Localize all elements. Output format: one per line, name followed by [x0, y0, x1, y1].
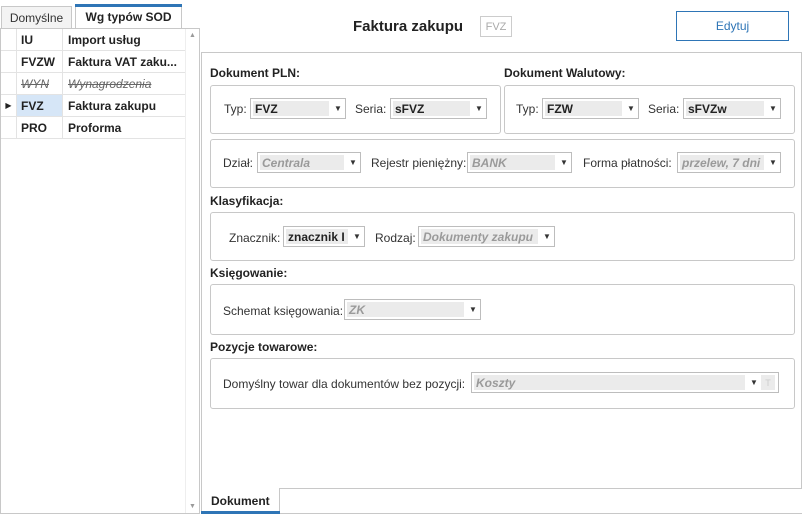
scroll-down-icon[interactable]: ▼ — [189, 503, 196, 510]
walutowy-seria-value: sFVZw — [686, 101, 764, 116]
chevron-down-icon[interactable]: ▼ — [766, 104, 780, 113]
row-indicator — [1, 73, 17, 94]
dzial-dropdown[interactable]: Centrala ▼ — [257, 152, 361, 173]
scroll-up-icon[interactable]: ▲ — [189, 32, 196, 39]
chevron-down-icon[interactable]: ▼ — [466, 305, 480, 314]
chevron-down-icon[interactable]: ▼ — [472, 104, 486, 113]
section-dokument-walutowy: Dokument Walutowy: — [504, 66, 626, 80]
domyslny-towar-dropdown[interactable]: Koszty ▼ T — [471, 372, 779, 393]
znacznik-dropdown[interactable]: znacznik I ▼ — [283, 226, 365, 247]
ksiegowanie-group: Schemat księgowania: ZK ▼ — [210, 284, 795, 335]
schemat-ksiegowania-dropdown[interactable]: ZK ▼ — [344, 299, 481, 320]
znacznik-value: znacznik I — [286, 229, 348, 244]
row-code: FVZW — [17, 51, 63, 72]
chevron-down-icon[interactable]: ▼ — [350, 232, 364, 241]
row-name: Proforma — [68, 120, 122, 135]
pln-seria-label: Seria: — [355, 102, 387, 116]
table-row[interactable]: WYN Wynagrodzenia — [1, 73, 187, 95]
vertical-scrollbar[interactable]: ▲ ▼ — [185, 29, 199, 513]
forma-platnosci-dropdown[interactable]: przelew, 7 dni ▼ — [677, 152, 781, 173]
chevron-down-icon[interactable]: ▼ — [624, 104, 638, 113]
tab-strip-line — [280, 513, 802, 514]
rodzaj-value: Dokumenty zakupu — [421, 229, 538, 244]
pln-typ-dropdown[interactable]: FVZ ▼ — [250, 98, 346, 119]
domyslny-towar-value: Koszty — [474, 375, 745, 390]
tab-dokument[interactable]: Dokument — [201, 488, 280, 514]
znacznik-label: Znacznik: — [229, 231, 281, 245]
row-name: Faktura zakupu — [68, 98, 157, 113]
table-row[interactable]: FVZW Faktura VAT zaku... — [1, 51, 187, 73]
row-indicator — [1, 51, 17, 72]
section-klasyfikacja: Klasyfikacja: — [210, 194, 284, 208]
pln-typ-label: Typ: — [224, 102, 247, 116]
row-name: Wynagrodzenia — [68, 76, 152, 91]
chevron-down-icon[interactable]: ▼ — [331, 104, 345, 113]
chevron-down-icon[interactable]: ▼ — [766, 158, 780, 167]
tab-wg-typow-sod[interactable]: Wg typów SOD — [75, 4, 182, 29]
dzial-value: Centrala — [260, 155, 344, 170]
towarowe-group: Domyślny towar dla dokumentów bez pozycj… — [210, 358, 795, 409]
tab-domyslne[interactable]: Domyślne — [1, 6, 72, 28]
walutowy-group: Typ: FZW ▼ Seria: sFVZw ▼ — [504, 85, 795, 134]
rodzaj-dropdown[interactable]: Dokumenty zakupu ▼ — [418, 226, 555, 247]
schemat-ksiegowania-label: Schemat księgowania: — [223, 304, 344, 318]
walutowy-typ-label: Typ: — [516, 102, 539, 116]
pln-group: Typ: FVZ ▼ Seria: sFVZ ▼ — [210, 85, 501, 134]
table-row[interactable]: PRO Proforma — [1, 117, 187, 139]
row-name: Import usług — [68, 32, 141, 47]
row-indicator — [1, 29, 17, 50]
page-title: Faktura zakupu — [353, 18, 464, 35]
chevron-down-icon[interactable]: ▼ — [557, 158, 571, 167]
row-indicator: ▶ — [1, 95, 17, 116]
walutowy-seria-dropdown[interactable]: sFVZw ▼ — [683, 98, 781, 119]
rejestr-dropdown[interactable]: BANK ▼ — [467, 152, 572, 173]
schemat-ksiegowania-value: ZK — [347, 302, 464, 317]
chevron-down-icon[interactable]: ▼ — [747, 378, 761, 387]
left-tab-bar: Domyślne Wg typów SOD — [0, 0, 200, 29]
walutowy-typ-dropdown[interactable]: FZW ▼ — [542, 98, 639, 119]
forma-platnosci-value: przelew, 7 dni — [680, 155, 764, 170]
chevron-down-icon[interactable]: ▼ — [346, 158, 360, 167]
document-type-grid: IU Import usług FVZW Faktura VAT zaku...… — [0, 28, 200, 514]
pln-seria-dropdown[interactable]: sFVZ ▼ — [390, 98, 487, 119]
walutowy-typ-value: FZW — [545, 101, 622, 116]
rejestr-label: Rejestr pieniężny: — [371, 156, 467, 170]
forma-platnosci-label: Forma płatności: — [583, 156, 672, 170]
section-pozycje-towarowe: Pozycje towarowe: — [210, 340, 318, 354]
pln-typ-value: FVZ — [253, 101, 329, 116]
table-row[interactable]: IU Import usług — [1, 29, 187, 51]
towar-lookup-button[interactable]: T — [761, 375, 775, 390]
row-name: Faktura VAT zaku... — [68, 54, 177, 69]
row-indicator — [1, 117, 17, 138]
section-dokument-pln: Dokument PLN: — [210, 66, 300, 80]
rejestr-value: BANK — [470, 155, 555, 170]
row-code: FVZ — [17, 95, 63, 116]
row-code: PRO — [17, 117, 63, 138]
table-row-selected[interactable]: ▶ FVZ Faktura zakupu — [1, 95, 187, 117]
row-code: WYN — [17, 73, 63, 94]
klasyfikacja-group: Znacznik: znacznik I ▼ Rodzaj: Dokumenty… — [210, 212, 795, 261]
pln-seria-value: sFVZ — [393, 101, 470, 116]
payment-group: Dział: Centrala ▼ Rejestr pieniężny: BAN… — [210, 139, 795, 188]
domyslny-towar-label: Domyślny towar dla dokumentów bez pozycj… — [223, 377, 466, 391]
edit-button[interactable]: Edytuj — [676, 11, 789, 41]
section-ksiegowanie: Księgowanie: — [210, 266, 288, 280]
walutowy-seria-label: Seria: — [648, 102, 680, 116]
rodzaj-label: Rodzaj: — [375, 231, 416, 245]
row-code: IU — [17, 29, 63, 50]
document-form: Dokument PLN: Typ: FVZ ▼ Seria: sFVZ ▼ D… — [201, 52, 802, 489]
dzial-label: Dział: — [223, 156, 254, 170]
chevron-down-icon[interactable]: ▼ — [540, 232, 554, 241]
document-code-badge: FVZ — [480, 16, 512, 37]
